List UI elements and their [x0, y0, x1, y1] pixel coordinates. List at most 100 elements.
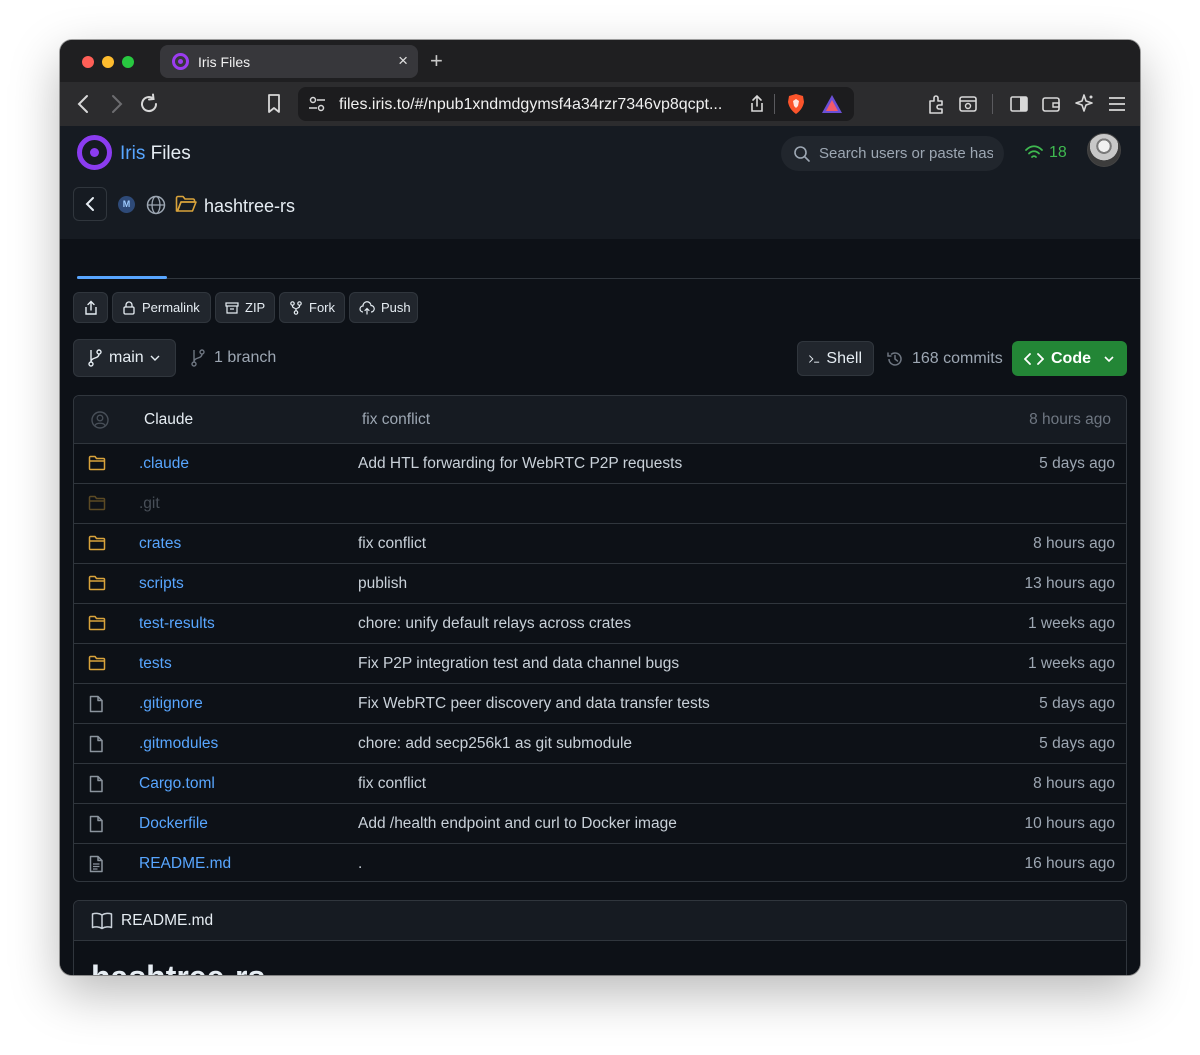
back-arrow-icon[interactable] — [76, 94, 90, 114]
file-commit-message[interactable]: Fix WebRTC peer discovery and data trans… — [358, 695, 710, 713]
file-row[interactable]: .claude Add HTL forwarding for WebRTC P2P… — [74, 444, 1126, 484]
extensions-icon[interactable] — [926, 93, 946, 115]
file-row[interactable]: .git — [74, 484, 1126, 524]
brave-rewards-icon[interactable] — [821, 94, 843, 114]
file-commit-time: 10 hours ago — [1024, 815, 1116, 832]
address-bar[interactable]: files.iris.to/#/npub1xndmdgymsf4a34rzr73… — [298, 87, 854, 121]
reader-search-icon[interactable] — [958, 94, 978, 114]
file-row[interactable]: Cargo.toml fix conflict 8 hours ago — [74, 764, 1126, 804]
wifi-peers-icon — [1025, 145, 1043, 158]
tab-close-button[interactable]: × — [398, 51, 408, 71]
zoom-window-button[interactable] — [122, 56, 134, 68]
commits-link[interactable]: 168 commits — [886, 350, 1003, 368]
wallet-icon[interactable] — [1041, 94, 1061, 114]
file-name[interactable]: scripts — [139, 575, 184, 593]
file-row[interactable]: test-results chore: unify default relays … — [74, 604, 1126, 644]
file-name[interactable]: test-results — [139, 615, 215, 633]
file-row[interactable]: Dockerfile Add /health endpoint and curl … — [74, 804, 1126, 844]
branch-count-link[interactable]: 1 branch — [190, 349, 276, 367]
sidebar-toggle-icon[interactable] — [1009, 94, 1029, 114]
iris-logo-icon[interactable] — [77, 135, 112, 170]
file-name[interactable]: .gitignore — [139, 695, 203, 713]
commit-message[interactable]: fix conflict — [362, 411, 430, 429]
reload-icon[interactable] — [138, 93, 160, 115]
url-text[interactable]: files.iris.to/#/npub1xndmdgymsf4a34rzr73… — [339, 96, 739, 114]
permalink-label: Permalink — [142, 300, 200, 315]
file-commit-time: 8 hours ago — [1033, 775, 1115, 792]
browser-window: Iris Files × + files.iris.to/#/npub1xndm… — [60, 40, 1140, 975]
file-commit-message[interactable]: Add /health endpoint and curl to Docker … — [358, 815, 677, 833]
file-name[interactable]: Dockerfile — [139, 815, 208, 833]
active-tab-indicator[interactable] — [77, 276, 167, 279]
search-box[interactable] — [781, 136, 1004, 171]
file-name[interactable]: .claude — [139, 455, 189, 473]
file-commit-message[interactable]: publish — [358, 575, 407, 593]
tab-title: Iris Files — [198, 54, 251, 70]
permalink-button[interactable]: Permalink — [112, 292, 211, 323]
file-name[interactable]: .gitmodules — [139, 735, 218, 753]
file-name[interactable]: crates — [139, 535, 181, 553]
file-row[interactable]: README.md. 16 hours ago — [74, 844, 1126, 881]
site-settings-icon[interactable] — [308, 96, 326, 112]
push-button[interactable]: Push — [349, 292, 418, 323]
last-commit-row[interactable]: Claude fix conflict 8 hours ago — [74, 396, 1126, 444]
search-input[interactable] — [819, 143, 993, 163]
file-commit-message[interactable]: fix conflict — [358, 775, 426, 793]
file-commit-message[interactable]: chore: add secp256k1 as git submodule — [358, 735, 632, 753]
archive-icon — [225, 301, 239, 314]
fork-button[interactable]: Fork — [279, 292, 345, 323]
file-icon — [88, 735, 104, 758]
share-page-icon[interactable] — [749, 94, 765, 114]
toolbar-divider — [992, 94, 993, 114]
share-button[interactable] — [73, 292, 108, 323]
file-commit-time: 5 days ago — [1039, 455, 1115, 472]
zip-button[interactable]: ZIP — [215, 292, 275, 323]
bookmark-icon[interactable] — [266, 93, 282, 115]
new-tab-button[interactable]: + — [430, 48, 443, 74]
file-row[interactable]: tests Fix P2P integration test and data c… — [74, 644, 1126, 684]
owner-avatar[interactable]: M — [118, 196, 135, 213]
file-row[interactable]: .gitmodules chore: add secp256k1 as git s… — [74, 724, 1126, 764]
brave-shields-icon[interactable] — [786, 93, 806, 115]
folder-icon — [88, 455, 106, 476]
close-window-button[interactable] — [82, 56, 94, 68]
file-row[interactable]: crates fix conflict 8 hours ago — [74, 524, 1126, 564]
file-name[interactable]: tests — [139, 655, 172, 673]
file-commit-message[interactable]: Add HTL forwarding for WebRTC P2P reques… — [358, 455, 682, 473]
shell-button[interactable]: Shell — [797, 341, 874, 376]
chevron-down-icon — [150, 355, 160, 361]
file-row[interactable]: scripts publish 13 hours ago — [74, 564, 1126, 604]
file-name[interactable]: README.md — [139, 855, 231, 873]
file-row[interactable]: .gitignore Fix WebRTC peer discovery and … — [74, 684, 1126, 724]
file-name[interactable]: .git — [139, 495, 160, 513]
folder-icon — [88, 495, 106, 516]
user-avatar[interactable] — [1087, 133, 1121, 167]
code-icon — [1024, 352, 1044, 365]
back-button[interactable] — [73, 187, 107, 221]
url-divider — [774, 94, 775, 114]
fork-icon — [290, 300, 302, 315]
menu-icon[interactable] — [1107, 95, 1127, 113]
browser-tab[interactable]: Iris Files × — [160, 45, 418, 78]
forward-arrow-icon[interactable] — [110, 94, 124, 114]
branch-count: 1 branch — [214, 349, 277, 366]
branch-selector[interactable]: main — [73, 339, 176, 377]
file-commit-message[interactable]: Fix P2P integration test and data channe… — [358, 655, 679, 673]
globe-icon[interactable] — [146, 195, 166, 215]
readme-header: README.md — [74, 901, 1126, 941]
file-name[interactable]: Cargo.toml — [139, 775, 215, 793]
tab-divider — [77, 278, 1140, 279]
code-button[interactable]: Code — [1012, 341, 1127, 376]
brand-name[interactable]: Iris Files — [120, 143, 191, 165]
commit-author[interactable]: Claude — [144, 411, 193, 429]
cloud-upload-icon — [359, 300, 375, 315]
file-commit-message[interactable]: fix conflict — [358, 535, 426, 553]
file-icon — [88, 815, 104, 838]
peer-count[interactable]: 18 — [1049, 144, 1067, 162]
leo-ai-icon[interactable] — [1073, 93, 1095, 115]
file-commit-message[interactable]: chore: unify default relays across crate… — [358, 615, 631, 633]
file-commit-message[interactable]: . — [358, 855, 362, 873]
history-icon — [887, 352, 902, 366]
folder-open-icon — [175, 195, 197, 212]
minimize-window-button[interactable] — [102, 56, 114, 68]
